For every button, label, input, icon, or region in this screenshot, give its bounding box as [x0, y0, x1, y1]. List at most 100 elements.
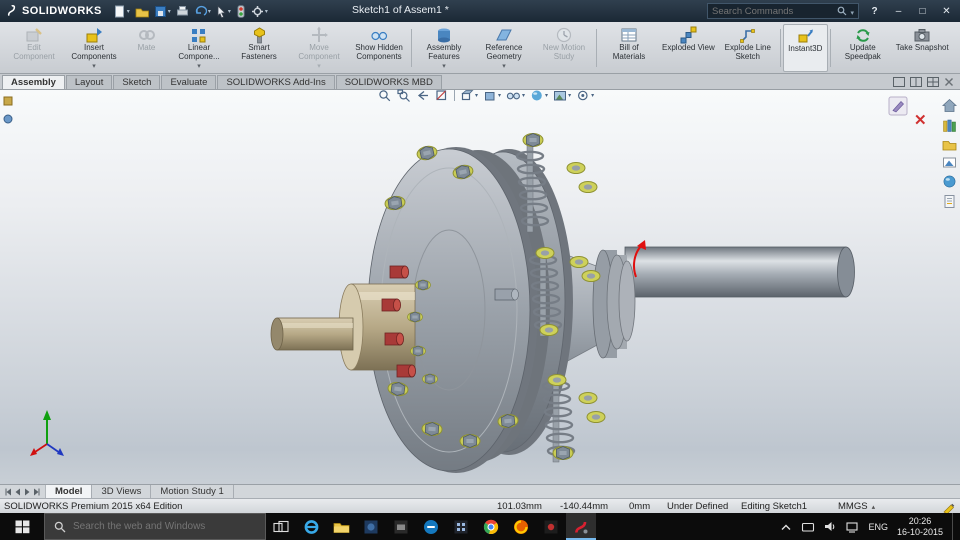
show-desktop-button[interactable] — [952, 513, 957, 540]
pane-single-icon[interactable] — [893, 77, 905, 87]
assembly-tree-icon[interactable] — [2, 95, 14, 107]
tab-3d-views[interactable]: 3D Views — [92, 485, 152, 498]
ribbon-button-take-snapshot[interactable]: Take Snapshot — [893, 24, 952, 72]
display-style-icon[interactable] — [483, 89, 501, 102]
tab-model[interactable]: Model — [46, 485, 93, 498]
show-hidden-icons-chevron-icon[interactable] — [780, 522, 792, 532]
ribbon-button-explode-line-sketch[interactable]: Explode Line Sketch — [718, 24, 778, 72]
exit-sketch-icon[interactable] — [888, 96, 908, 116]
previous-view-icon[interactable] — [416, 89, 430, 102]
tab-scroll-right-icon[interactable] — [24, 488, 30, 496]
start-button[interactable] — [0, 513, 44, 540]
custom-properties-icon[interactable] — [942, 194, 957, 209]
ribbon-button-bill-of-materials[interactable]: Bill of Materials — [599, 24, 659, 72]
help-button[interactable]: ? — [866, 6, 883, 17]
close-pane-icon[interactable] — [944, 77, 954, 87]
ribbon-button-insert-components[interactable]: Insert Components — [64, 24, 124, 72]
graphics-area[interactable]: ✕ Model 3D Views Motion Study 1 — [0, 89, 960, 498]
tab-assembly[interactable]: Assembly — [2, 75, 65, 89]
open-document-button[interactable] — [134, 3, 150, 19]
ribbon-button-reference-geometry[interactable]: Reference Geometry — [474, 24, 534, 72]
ribbon-button-move-component[interactable]: Move Component — [289, 24, 349, 72]
tab-evaluate[interactable]: Evaluate — [161, 75, 217, 89]
instant3d-icon — [798, 29, 814, 43]
taskbar-app-photos[interactable] — [356, 513, 386, 540]
taskbar-app-edge[interactable] — [296, 513, 326, 540]
tab-motion-study-1[interactable]: Motion Study 1 — [151, 485, 234, 498]
undo-button[interactable] — [193, 3, 212, 19]
photos-app-icon — [364, 520, 378, 533]
minimize-button[interactable]: – — [890, 6, 907, 17]
edit-component-icon — [26, 28, 42, 42]
ribbon-button-linear-component-pattern[interactable]: Linear Compone... — [169, 24, 229, 72]
view-orientation-icon[interactable] — [460, 89, 478, 102]
ribbon-button-update-speedpak[interactable]: Update Speedpak — [833, 24, 893, 72]
task-view-button[interactable] — [266, 513, 296, 540]
taskbar-app-chrome[interactable] — [476, 513, 506, 540]
ribbon-button-mate[interactable]: Mate — [124, 24, 169, 72]
taskbar-app-solidworks[interactable] — [566, 513, 596, 540]
ribbon-button-exploded-view[interactable]: Exploded View — [659, 24, 718, 72]
appearances-icon[interactable] — [942, 174, 957, 189]
search-scope-dropdown[interactable] — [850, 2, 854, 20]
tab-sketch[interactable]: Sketch — [113, 75, 161, 89]
language-indicator[interactable]: ENG — [868, 522, 888, 532]
close-button[interactable]: ✕ — [938, 6, 955, 17]
ribbon-button-show-hidden-components[interactable]: Show Hidden Components — [349, 24, 409, 72]
taskbar-app-hp[interactable] — [416, 513, 446, 540]
tab-layout[interactable]: Layout — [65, 75, 113, 89]
options-button[interactable] — [250, 3, 269, 19]
view-palette-icon[interactable] — [942, 156, 957, 169]
ribbon-button-edit-component[interactable]: Edit Component — [4, 24, 64, 72]
volume-icon[interactable] — [824, 520, 837, 533]
taskbar-app-store[interactable] — [386, 513, 416, 540]
hide-show-items-icon[interactable] — [506, 89, 525, 102]
ribbon-separator — [779, 29, 781, 67]
ribbon-button-new-motion-study[interactable]: New Motion Study — [534, 24, 594, 72]
tab-scroll-left-icon[interactable] — [15, 488, 21, 496]
tab-scroll-first-icon[interactable] — [5, 488, 12, 496]
ribbon-button-assembly-features[interactable]: Assembly Features — [414, 24, 474, 72]
taskbar-app-firefox[interactable] — [506, 513, 536, 540]
zoom-area-icon[interactable] — [397, 89, 411, 102]
ribbon-button-smart-fasteners[interactable]: Smart Fasteners — [229, 24, 289, 72]
ribbon-button-instant3d[interactable]: Instant3D — [782, 24, 828, 72]
tab-scroll-controls[interactable] — [0, 485, 46, 498]
new-document-button[interactable] — [112, 3, 131, 19]
print-button[interactable] — [175, 3, 190, 19]
tab-scroll-last-icon[interactable] — [33, 488, 40, 496]
taskbar-app-file-explorer[interactable] — [326, 513, 356, 540]
taskbar-app-calculator[interactable] — [446, 513, 476, 540]
apply-scene-icon[interactable] — [553, 89, 571, 102]
pane-quad-icon[interactable] — [927, 77, 939, 87]
command-search[interactable] — [707, 3, 859, 19]
taskbar-search[interactable] — [44, 513, 266, 540]
sketch-tree-icon[interactable] — [2, 113, 14, 125]
taskbar-search-input[interactable] — [73, 521, 256, 532]
edit-appearance-icon[interactable] — [530, 89, 548, 102]
section-view-icon[interactable] — [435, 89, 449, 102]
units-selector[interactable]: MMGS — [838, 501, 875, 512]
tab-solidworks-mbd[interactable]: SOLIDWORKS MBD — [335, 75, 442, 89]
file-explorer-icon[interactable] — [942, 138, 957, 151]
command-search-input[interactable] — [712, 5, 835, 17]
taskbar-clock[interactable]: 20:26 16-10-2015 — [897, 516, 943, 538]
pane-split-icon[interactable] — [910, 77, 922, 87]
model-3d-view[interactable] — [0, 90, 960, 498]
rebuild-button[interactable] — [235, 3, 247, 19]
save-button[interactable] — [153, 3, 172, 19]
ribbon-button-label: Assembly Features — [426, 43, 462, 61]
zoom-fit-icon[interactable] — [378, 89, 392, 102]
network-icon[interactable] — [846, 521, 859, 533]
print-icon — [176, 5, 188, 15]
view-settings-icon[interactable] — [576, 89, 594, 102]
tab-solidworks-addins[interactable]: SOLIDWORKS Add-Ins — [217, 75, 335, 89]
action-center-icon[interactable] — [801, 521, 815, 533]
search-icon — [838, 6, 847, 16]
select-tool-button[interactable] — [215, 3, 232, 19]
cancel-sketch-icon[interactable]: ✕ — [914, 113, 927, 128]
taskbar-app-media[interactable] — [536, 513, 566, 540]
maximize-button[interactable]: □ — [914, 6, 931, 17]
design-library-icon[interactable] — [942, 118, 957, 133]
home-icon[interactable] — [942, 98, 957, 113]
